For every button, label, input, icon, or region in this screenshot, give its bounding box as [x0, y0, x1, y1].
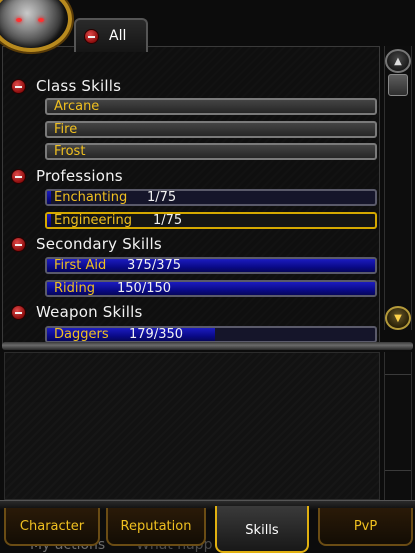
- panel-divider: [2, 342, 413, 350]
- scroll-thumb[interactable]: [388, 74, 408, 96]
- portrait-eye: [38, 18, 44, 22]
- scroll-up-icon[interactable]: ▲: [385, 49, 411, 73]
- skill-category[interactable]: Professions: [11, 167, 123, 185]
- detail-scrollbar[interactable]: [384, 352, 412, 500]
- tab-reputation[interactable]: Reputation: [106, 508, 206, 546]
- skill-bar-engineering[interactable]: Engineering 1/75: [45, 212, 377, 229]
- skill-category[interactable]: Secondary Skills: [11, 235, 162, 253]
- skill-detail-panel: [4, 352, 380, 500]
- skill-bar-riding[interactable]: Riding 150/150: [45, 280, 377, 297]
- skill-rank: 1/75: [147, 190, 177, 205]
- skill-rank: 179/350: [129, 327, 184, 342]
- skill-name: Enchanting: [54, 190, 128, 205]
- skill-bar-fire[interactable]: Fire: [45, 121, 377, 138]
- skill-bar-daggers[interactable]: Daggers 179/350: [45, 326, 377, 343]
- skill-name: Daggers: [54, 327, 109, 342]
- collapse-category-icon[interactable]: [11, 168, 26, 184]
- filter-tab-label: All: [109, 28, 127, 44]
- collapse-category-icon[interactable]: [11, 78, 26, 94]
- skill-rank: 1/75: [153, 213, 183, 228]
- tab-skills[interactable]: Skills: [215, 506, 309, 553]
- collapse-category-icon[interactable]: [11, 236, 26, 252]
- skill-progress-fill: [47, 282, 375, 295]
- skill-rank: 150/150: [117, 281, 172, 296]
- skill-list: Class Skills Arcane Fire Frost Professions En…: [2, 46, 380, 346]
- skill-name: Frost: [54, 144, 86, 159]
- tab-character[interactable]: Character: [4, 508, 100, 546]
- skill-rank: 375/375: [127, 258, 182, 273]
- skill-bar-arcane[interactable]: Arcane: [45, 98, 377, 115]
- skill-name: Riding: [54, 281, 95, 296]
- portrait-eye: [16, 18, 22, 22]
- skill-category[interactable]: Class Skills: [11, 77, 121, 95]
- skill-name: Fire: [54, 122, 78, 137]
- skill-category[interactable]: Weapon Skills: [11, 303, 142, 321]
- category-label: Secondary Skills: [36, 235, 162, 253]
- skill-bar-first-aid[interactable]: First Aid 375/375: [45, 257, 377, 274]
- skill-bar-frost[interactable]: Frost: [45, 143, 377, 160]
- skill-bar-enchanting[interactable]: Enchanting 1/75: [45, 189, 377, 206]
- scroll-down-icon[interactable]: ▼: [385, 306, 411, 330]
- category-label: Weapon Skills: [36, 303, 143, 321]
- skill-name: Arcane: [54, 99, 100, 114]
- collapse-all-icon[interactable]: [84, 28, 99, 44]
- category-label: Class Skills: [36, 77, 122, 95]
- skill-name: Engineering: [54, 213, 132, 228]
- collapse-category-icon[interactable]: [11, 304, 26, 320]
- category-label: Professions: [36, 167, 123, 185]
- skills-window: My actions What happ All Class SkillsArc…: [0, 0, 415, 553]
- character-portrait: [0, 0, 72, 52]
- tab-pvp[interactable]: PvP: [318, 508, 413, 546]
- skill-name: First Aid: [54, 258, 107, 273]
- filter-tab-all[interactable]: All: [74, 18, 148, 52]
